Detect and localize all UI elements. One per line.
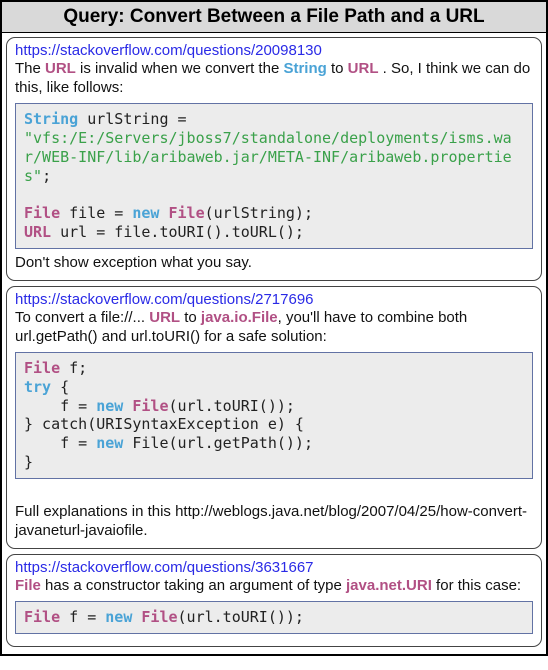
code-block: String urlString = "vfs:/E:/Servers/jbos…	[15, 103, 533, 248]
results-container: https://stackoverflow.com/questions/2009…	[2, 33, 546, 654]
query-title: Query: Convert Between a File Path and a…	[63, 6, 484, 27]
result-card: https://stackoverflow.com/questions/3631…	[6, 554, 542, 647]
result-card: https://stackoverflow.com/questions/2717…	[6, 286, 542, 549]
result-footer-text: Don't show exception what you say.	[15, 253, 533, 272]
query-header: Query: Convert Between a File Path and a…	[2, 2, 546, 33]
result-card: https://stackoverflow.com/questions/2009…	[6, 37, 542, 281]
result-url[interactable]: https://stackoverflow.com/questions/2009…	[15, 42, 533, 59]
result-description: The URL is invalid when we convert the S…	[15, 59, 533, 97]
page-container: Query: Convert Between a File Path and a…	[0, 0, 548, 656]
code-block: File f = new File(url.toURI());	[15, 601, 533, 634]
result-description: File has a constructor taking an argumen…	[15, 576, 533, 595]
result-url[interactable]: https://stackoverflow.com/questions/3631…	[15, 559, 533, 576]
result-url[interactable]: https://stackoverflow.com/questions/2717…	[15, 291, 533, 308]
code-block: File f; try { f = new File(url.toURI());…	[15, 352, 533, 479]
result-description: To convert a file://... URL to java.io.F…	[15, 308, 533, 346]
result-footer-text: Full explanations in this http://weblogs…	[15, 483, 533, 541]
